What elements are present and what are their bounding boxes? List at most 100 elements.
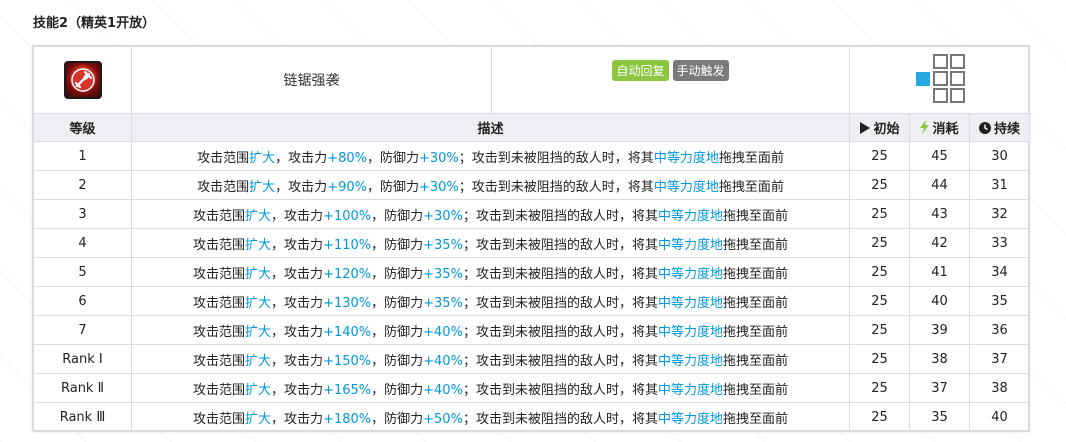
initial-sp-cell: 25 bbox=[849, 373, 910, 403]
desc-text: 攻击范围 bbox=[197, 150, 250, 166]
desc-highlight: 中等力度地 bbox=[653, 179, 719, 195]
desc-text: ，防御力 bbox=[366, 179, 419, 195]
sp-cost-cell: 35 bbox=[909, 402, 970, 432]
range-tile bbox=[949, 54, 965, 69]
duration-cell: 38 bbox=[969, 373, 1030, 403]
description-cell: 攻击范围扩大，攻击力+150%，防御力+40%；攻击到未被阻挡的敌人时，将其中等… bbox=[131, 344, 850, 374]
section-title: 技能2（精英1开放） bbox=[33, 16, 156, 31]
sp-cost-cell: 40 bbox=[909, 286, 970, 316]
table-row: 4 攻击范围扩大，攻击力+110%，防御力+35%；攻击到未被阻挡的敌人时，将其… bbox=[33, 228, 1030, 258]
desc-text: ，防御力 bbox=[371, 382, 424, 398]
desc-text: ，防御力 bbox=[371, 208, 424, 224]
desc-text: ，防御力 bbox=[371, 295, 424, 311]
desc-text: 拖拽至面前 bbox=[722, 411, 788, 427]
table-row: 7 攻击范围扩大，攻击力+140%，防御力+40%；攻击到未被阻挡的敌人时，将其… bbox=[33, 315, 1030, 345]
tag-auto-recovery: 自动回复 bbox=[612, 59, 669, 81]
initial-sp-cell: 25 bbox=[849, 257, 910, 287]
atk-value: +150% bbox=[323, 353, 372, 369]
desc-text: ；攻击到未被阻挡的敌人时，将其 bbox=[462, 382, 658, 398]
range-tile bbox=[932, 54, 948, 69]
level-cell: 1 bbox=[33, 141, 132, 171]
skill-tags: 自动回复 手动触发 bbox=[491, 46, 850, 114]
description-cell: 攻击范围扩大，攻击力+110%，防御力+35%；攻击到未被阻挡的敌人时，将其中等… bbox=[131, 228, 850, 258]
sp-cost-cell: 37 bbox=[909, 373, 970, 403]
attack-range-grid bbox=[912, 54, 968, 106]
level-cell: Rank Ⅲ bbox=[33, 402, 132, 432]
desc-text: ，攻击力 bbox=[271, 324, 324, 340]
initial-sp-cell: 25 bbox=[849, 344, 910, 374]
atk-value: +110% bbox=[323, 237, 372, 253]
desc-text: ，攻击力 bbox=[271, 353, 324, 369]
sp-cost-cell: 42 bbox=[909, 228, 970, 258]
initial-sp-cell: 25 bbox=[849, 228, 910, 258]
def-value: +30% bbox=[419, 179, 459, 195]
desc-text: 拖拽至面前 bbox=[718, 179, 784, 195]
desc-text: ，防御力 bbox=[371, 411, 424, 427]
desc-text: ；攻击到未被阻挡的敌人时，将其 bbox=[462, 411, 658, 427]
def-value: +35% bbox=[423, 295, 463, 311]
desc-text: 攻击范围 bbox=[193, 353, 246, 369]
level-cell: 2 bbox=[33, 170, 132, 200]
desc-text: ；攻击到未被阻挡的敌人时，将其 bbox=[462, 237, 658, 253]
desc-text: ，攻击力 bbox=[271, 208, 324, 224]
header-level: 等级 bbox=[33, 113, 132, 142]
skill-name: 链锯强袭 bbox=[131, 46, 492, 114]
level-cell: 7 bbox=[33, 315, 132, 345]
def-value: +30% bbox=[419, 150, 459, 166]
desc-text: 攻击范围 bbox=[193, 295, 246, 311]
column-header-row: 等级 描述 初始 消耗 持续 bbox=[33, 113, 1030, 142]
desc-highlight: 中等力度地 bbox=[657, 295, 723, 311]
duration-cell: 33 bbox=[969, 228, 1030, 258]
description-cell: 攻击范围扩大，攻击力+180%，防御力+50%；攻击到未被阻挡的敌人时，将其中等… bbox=[131, 402, 850, 432]
desc-highlight: 扩大 bbox=[245, 382, 272, 398]
desc-text: ；攻击到未被阻挡的敌人时，将其 bbox=[462, 324, 658, 340]
initial-sp-cell: 25 bbox=[849, 315, 910, 345]
desc-text: 攻击范围 bbox=[193, 324, 246, 340]
desc-text: ；攻击到未被阻挡的敌人时，将其 bbox=[462, 353, 658, 369]
desc-highlight: 中等力度地 bbox=[657, 266, 723, 282]
range-tile bbox=[949, 88, 965, 103]
desc-text: ，攻击力 bbox=[275, 179, 328, 195]
desc-text: 拖拽至面前 bbox=[722, 324, 788, 340]
desc-highlight: 中等力度地 bbox=[657, 208, 723, 224]
skill-level-rows: 1 攻击范围扩大，攻击力+80%，防御力+30%；攻击到未被阻挡的敌人时，将其中… bbox=[33, 141, 1030, 432]
desc-text: 拖拽至面前 bbox=[718, 150, 784, 166]
def-value: +30% bbox=[423, 208, 463, 224]
def-value: +50% bbox=[423, 411, 463, 427]
atk-value: +130% bbox=[323, 295, 372, 311]
def-value: +40% bbox=[423, 382, 463, 398]
desc-text: 拖拽至面前 bbox=[722, 295, 788, 311]
duration-cell: 30 bbox=[969, 141, 1030, 171]
duration-cell: 37 bbox=[969, 344, 1030, 374]
atk-value: +120% bbox=[323, 266, 372, 282]
level-cell: Rank Ⅱ bbox=[33, 373, 132, 403]
skill-header-row: 链锯强袭 自动回复 手动触发 bbox=[33, 46, 1030, 114]
desc-text: ，攻击力 bbox=[271, 237, 324, 253]
desc-text: ，攻击力 bbox=[271, 295, 324, 311]
sp-cost-cell: 41 bbox=[909, 257, 970, 287]
def-value: +35% bbox=[423, 266, 463, 282]
desc-highlight: 中等力度地 bbox=[657, 324, 723, 340]
header-desc: 描述 bbox=[131, 113, 850, 142]
desc-text: ，攻击力 bbox=[271, 266, 324, 282]
desc-text: 拖拽至面前 bbox=[722, 382, 788, 398]
skill-table-container: 链锯强袭 自动回复 手动触发 等级 描述 初始 消耗 持续 1 攻击范围扩大，攻… bbox=[32, 45, 1030, 432]
duration-cell: 34 bbox=[969, 257, 1030, 287]
desc-text: 拖拽至面前 bbox=[722, 266, 788, 282]
table-row: Rank Ⅱ 攻击范围扩大，攻击力+165%，防御力+40%；攻击到未被阻挡的敌… bbox=[33, 373, 1030, 403]
desc-highlight: 扩大 bbox=[245, 411, 272, 427]
atk-value: +80% bbox=[327, 150, 367, 166]
table-row: Rank Ⅲ 攻击范围扩大，攻击力+180%，防御力+50%；攻击到未被阻挡的敌… bbox=[33, 402, 1030, 432]
atk-value: +100% bbox=[323, 208, 372, 224]
initial-sp-cell: 25 bbox=[849, 170, 910, 200]
clock-icon bbox=[978, 121, 991, 138]
description-cell: 攻击范围扩大，攻击力+80%，防御力+30%；攻击到未被阻挡的敌人时，将其中等力… bbox=[131, 141, 850, 171]
desc-text: ；攻击到未被阻挡的敌人时，将其 bbox=[458, 179, 654, 195]
duration-cell: 31 bbox=[969, 170, 1030, 200]
desc-text: 拖拽至面前 bbox=[722, 237, 788, 253]
desc-highlight: 扩大 bbox=[245, 353, 272, 369]
level-cell: 6 bbox=[33, 286, 132, 316]
desc-text: ，攻击力 bbox=[271, 411, 324, 427]
desc-text: ；攻击到未被阻挡的敌人时，将其 bbox=[462, 295, 658, 311]
desc-text: 攻击范围 bbox=[193, 411, 246, 427]
